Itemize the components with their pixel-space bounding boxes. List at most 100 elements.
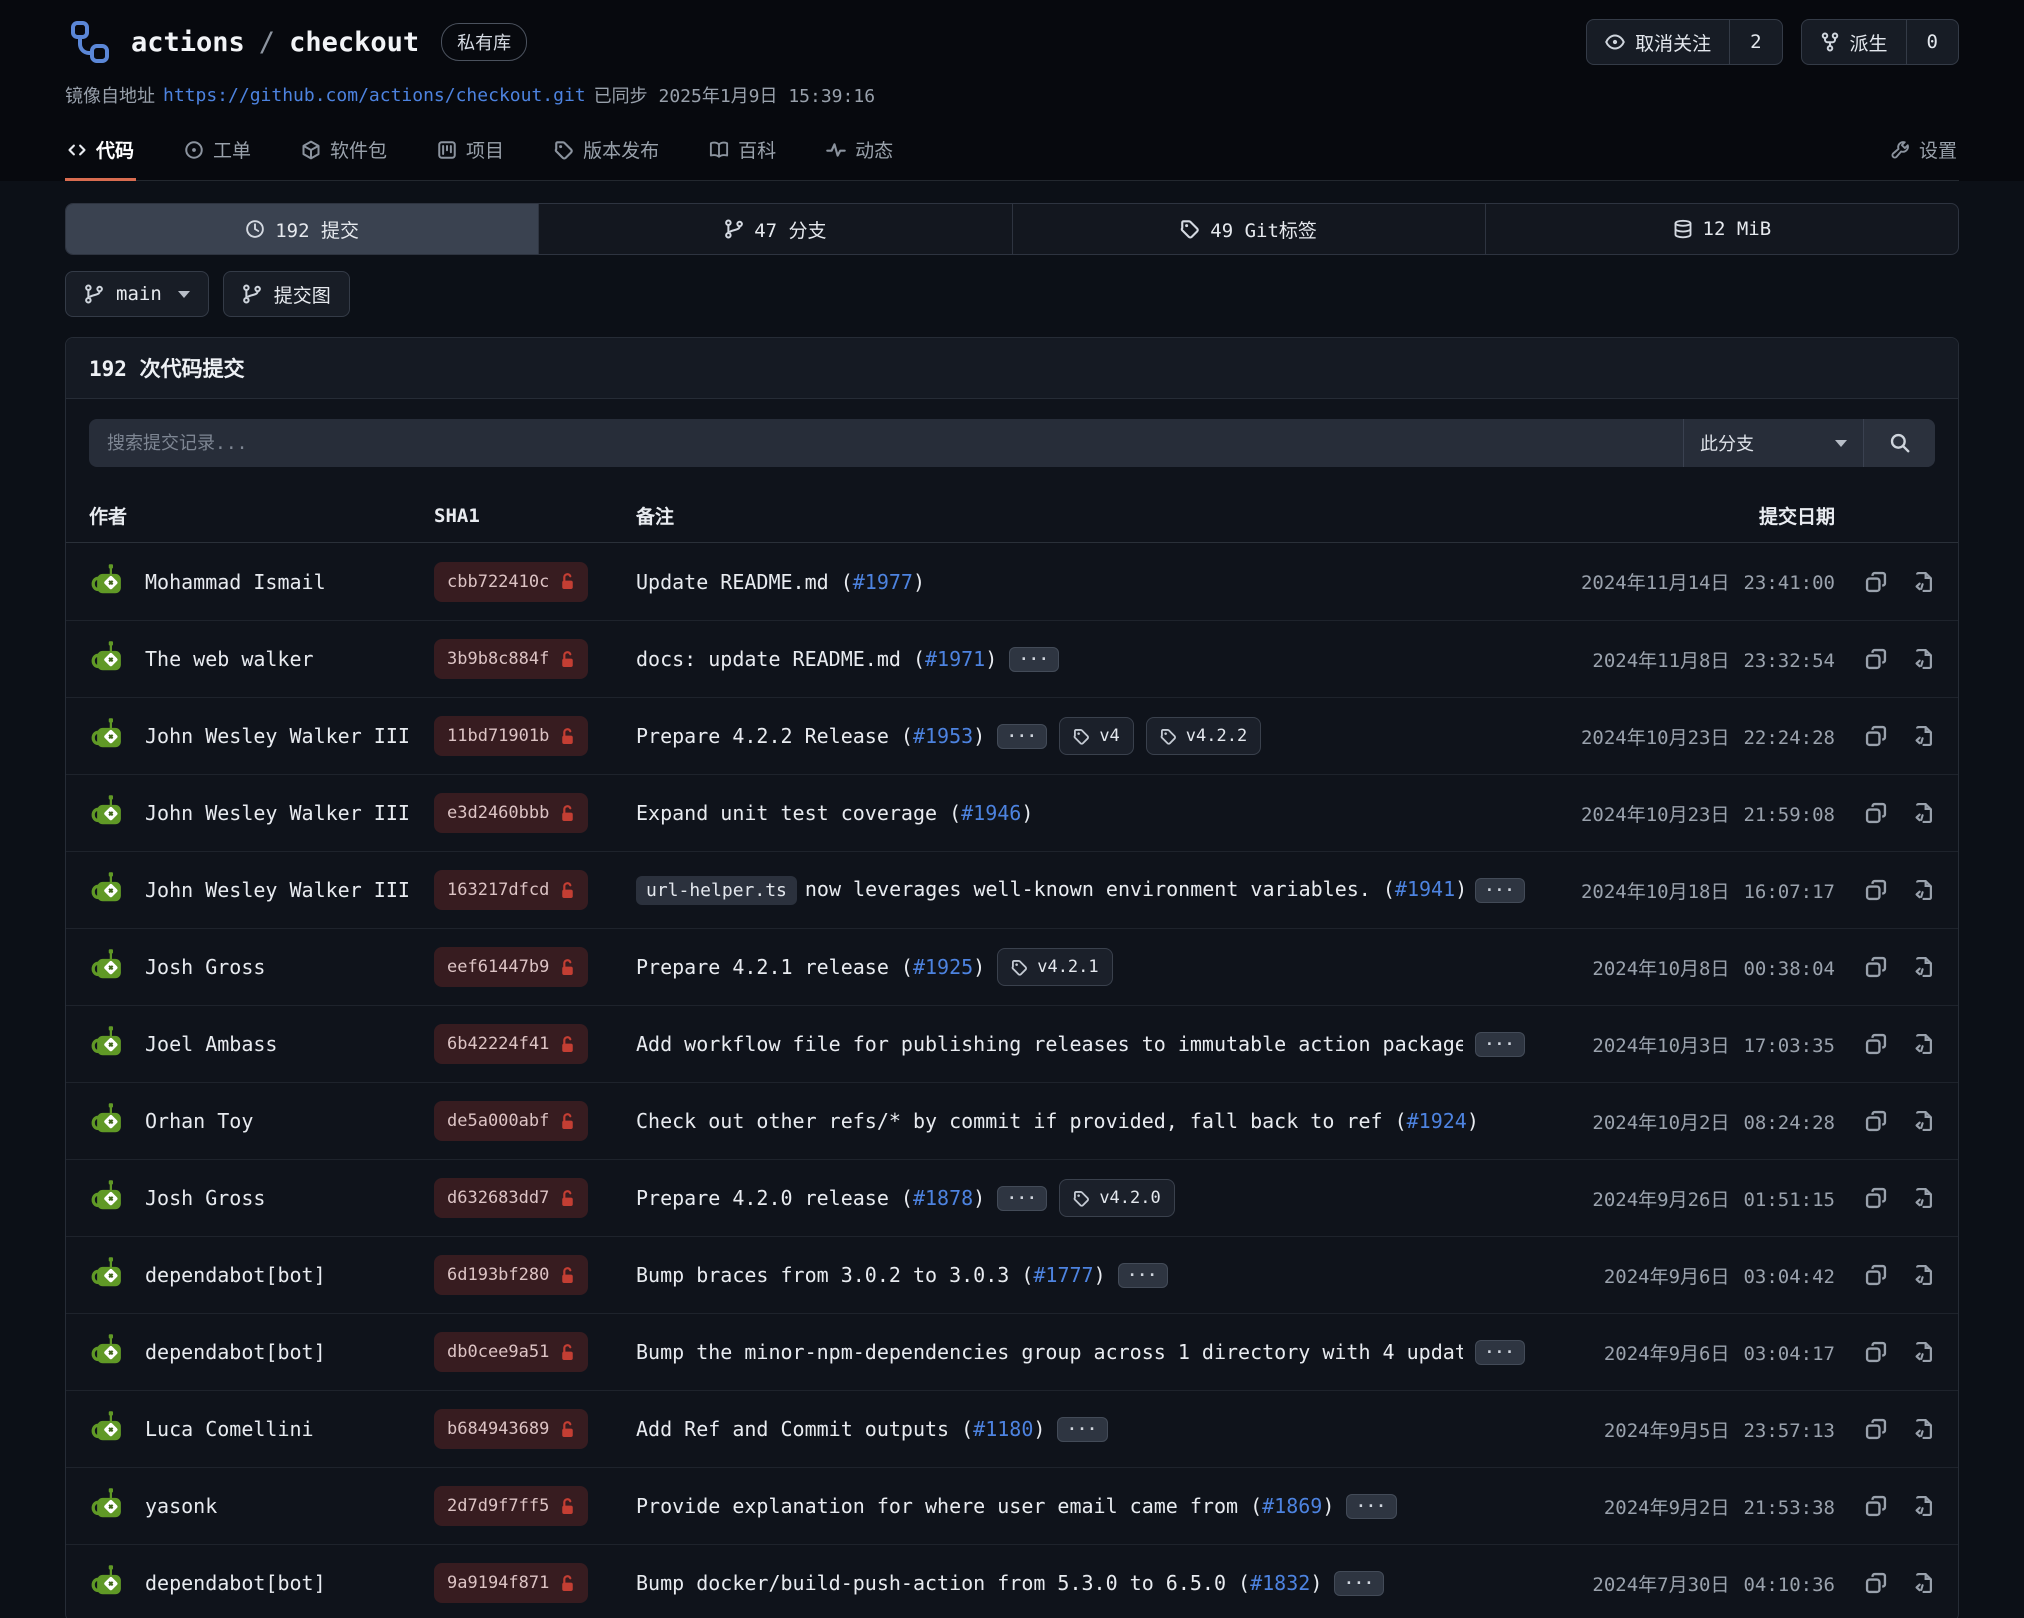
avatar[interactable] <box>89 639 129 679</box>
mirror-url-link[interactable]: https://github.com/actions/checkout.git <box>163 85 586 106</box>
expand-commit-button[interactable]: ··· <box>1057 1417 1107 1442</box>
copy-sha-icon[interactable] <box>1865 725 1887 747</box>
expand-commit-button[interactable]: ··· <box>997 1186 1047 1211</box>
commit-sha-badge[interactable]: b684943689 <box>434 1409 588 1449</box>
commit-sha-badge[interactable]: eef61447b9 <box>434 947 588 987</box>
browse-files-icon[interactable] <box>1913 725 1935 747</box>
copy-sha-icon[interactable] <box>1865 879 1887 901</box>
commit-sha-badge[interactable]: 6b42224f41 <box>434 1024 588 1064</box>
tab-code[interactable]: 代码 <box>65 128 136 181</box>
browse-files-icon[interactable] <box>1913 1495 1935 1517</box>
pr-link[interactable]: #1869 <box>1262 1494 1322 1518</box>
branch-selector[interactable]: main <box>65 271 209 317</box>
expand-commit-button[interactable]: ··· <box>1009 647 1059 672</box>
tab-releases[interactable]: 版本发布 <box>552 128 661 181</box>
commit-search-input[interactable] <box>89 419 1683 467</box>
browse-files-icon[interactable] <box>1913 571 1935 593</box>
commit-author[interactable]: yasonk <box>145 1494 217 1518</box>
commit-author[interactable]: The web walker <box>145 647 314 671</box>
stat-commits[interactable]: 192 提交 <box>66 204 538 254</box>
commit-sha-badge[interactable]: 9a9194f871 <box>434 1563 588 1603</box>
watch-count[interactable]: 2 <box>1729 20 1781 64</box>
pr-link[interactable]: #1941 <box>1395 877 1455 901</box>
stat-branches[interactable]: 47 分支 <box>538 204 1011 254</box>
commit-author[interactable]: dependabot[bot] <box>145 1340 326 1364</box>
browse-files-icon[interactable] <box>1913 1264 1935 1286</box>
pr-link[interactable]: #1953 <box>913 724 973 748</box>
copy-sha-icon[interactable] <box>1865 1110 1887 1132</box>
copy-sha-icon[interactable] <box>1865 956 1887 978</box>
browse-files-icon[interactable] <box>1913 956 1935 978</box>
pr-link[interactable]: #1977 <box>853 570 913 594</box>
pr-link[interactable]: #1925 <box>913 955 973 979</box>
pr-link[interactable]: #1777 <box>1033 1263 1093 1287</box>
commit-author[interactable]: dependabot[bot] <box>145 1263 326 1287</box>
avatar[interactable] <box>89 716 129 756</box>
commit-graph-button[interactable]: 提交图 <box>223 271 350 317</box>
repo-owner-link[interactable]: actions <box>131 27 245 58</box>
copy-sha-icon[interactable] <box>1865 1495 1887 1517</box>
tag-button[interactable]: v4.2.0 <box>1059 1179 1174 1217</box>
fork-button[interactable]: 派生 <box>1802 20 1906 64</box>
browse-files-icon[interactable] <box>1913 1110 1935 1132</box>
copy-sha-icon[interactable] <box>1865 648 1887 670</box>
tag-button[interactable]: v4.2.1 <box>997 948 1112 986</box>
commit-author[interactable]: John Wesley Walker III <box>145 801 410 825</box>
stat-size[interactable]: 12 MiB <box>1485 204 1958 254</box>
commit-author[interactable]: Joel Ambass <box>145 1032 277 1056</box>
commit-sha-badge[interactable]: d632683dd7 <box>434 1178 588 1218</box>
commit-author[interactable]: Josh Gross <box>145 955 265 979</box>
fork-count[interactable]: 0 <box>1906 20 1958 64</box>
tab-issues[interactable]: 工单 <box>182 128 253 181</box>
branch-filter-select[interactable]: 此分支 <box>1683 419 1863 467</box>
browse-files-icon[interactable] <box>1913 648 1935 670</box>
avatar[interactable] <box>89 1024 129 1064</box>
expand-commit-button[interactable]: ··· <box>1475 878 1525 903</box>
commit-sha-badge[interactable]: 163217dfcd <box>434 870 588 910</box>
tab-activity[interactable]: 动态 <box>824 128 895 181</box>
pr-link[interactable]: #1946 <box>961 801 1021 825</box>
browse-files-icon[interactable] <box>1913 1418 1935 1440</box>
pr-link[interactable]: #1971 <box>925 647 985 671</box>
expand-commit-button[interactable]: ··· <box>1475 1032 1525 1057</box>
commit-sha-badge[interactable]: 2d7d9f7ff5 <box>434 1486 588 1526</box>
browse-files-icon[interactable] <box>1913 1572 1935 1594</box>
avatar[interactable] <box>89 870 129 910</box>
expand-commit-button[interactable]: ··· <box>1334 1571 1384 1596</box>
avatar[interactable] <box>89 1486 129 1526</box>
browse-files-icon[interactable] <box>1913 879 1935 901</box>
expand-commit-button[interactable]: ··· <box>1475 1340 1525 1365</box>
copy-sha-icon[interactable] <box>1865 1187 1887 1209</box>
tag-button[interactable]: v4 <box>1059 717 1133 755</box>
commit-author[interactable]: Luca Comellini <box>145 1417 314 1441</box>
commit-sha-badge[interactable]: 3b9b8c884f <box>434 639 588 679</box>
copy-sha-icon[interactable] <box>1865 571 1887 593</box>
pr-link[interactable]: #1878 <box>913 1186 973 1210</box>
pr-link[interactable]: #1924 <box>1407 1109 1467 1133</box>
browse-files-icon[interactable] <box>1913 1033 1935 1055</box>
avatar[interactable] <box>89 562 129 602</box>
site-logo[interactable] <box>65 18 113 66</box>
expand-commit-button[interactable]: ··· <box>1346 1494 1396 1519</box>
commit-author[interactable]: Josh Gross <box>145 1186 265 1210</box>
tab-packages[interactable]: 软件包 <box>299 128 389 181</box>
commit-author[interactable]: Orhan Toy <box>145 1109 253 1133</box>
avatar[interactable] <box>89 947 129 987</box>
browse-files-icon[interactable] <box>1913 1341 1935 1363</box>
avatar[interactable] <box>89 1178 129 1218</box>
pr-link[interactable]: #1180 <box>973 1417 1033 1441</box>
commit-sha-badge[interactable]: 11bd71901b <box>434 716 588 756</box>
repo-name-link[interactable]: checkout <box>289 27 419 58</box>
commit-sha-badge[interactable]: e3d2460bbb <box>434 793 588 833</box>
copy-sha-icon[interactable] <box>1865 1418 1887 1440</box>
commit-sha-badge[interactable]: db0cee9a51 <box>434 1332 588 1372</box>
avatar[interactable] <box>89 1332 129 1372</box>
unwatch-button[interactable]: 取消关注 <box>1587 20 1729 64</box>
avatar[interactable] <box>89 1409 129 1449</box>
commit-author[interactable]: dependabot[bot] <box>145 1571 326 1595</box>
tab-wiki[interactable]: 百科 <box>707 128 778 181</box>
tab-settings[interactable]: 设置 <box>1888 128 1959 181</box>
browse-files-icon[interactable] <box>1913 802 1935 824</box>
copy-sha-icon[interactable] <box>1865 802 1887 824</box>
avatar[interactable] <box>89 1101 129 1141</box>
